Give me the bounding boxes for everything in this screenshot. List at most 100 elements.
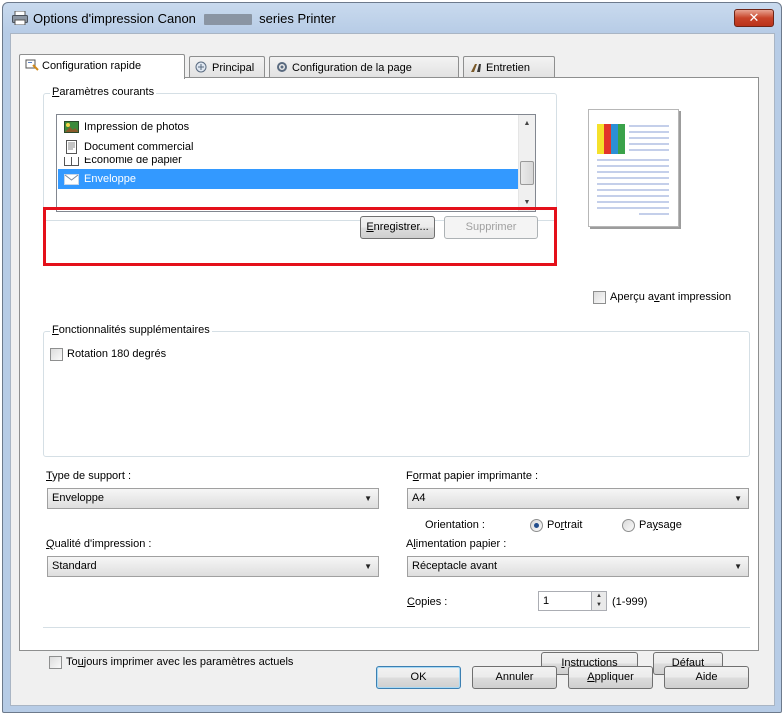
help-button[interactable]: Aide [664,666,749,689]
landscape-radio[interactable] [622,519,635,532]
print-quality-label: Qualité d'impression : [46,538,151,550]
page-setup-icon [277,62,287,72]
label-text: To [66,656,78,668]
portrait-label: Portrait [547,519,582,531]
list-item-business-document[interactable]: Document commercial [58,137,518,157]
tab-maintenance[interactable]: Entretien [463,56,555,78]
selection-highlight-box [43,207,557,266]
ok-button[interactable]: OK [376,666,461,689]
label-text: Po [547,519,561,531]
title-suffix: series Printer [259,11,336,26]
tab-label: Configuration de la page [292,62,412,74]
label-text: sage [657,519,682,531]
label-text: onctionnalités supplémentaires [58,324,210,336]
close-icon: ✕ [748,10,760,25]
scroll-up-icon[interactable]: ▲ [519,115,535,132]
paper-source-dropdown[interactable]: Réceptacle avant ▼ [407,556,749,577]
label-text: aramètres courants [59,86,155,98]
label-text: F [406,470,413,482]
always-print-label: Toujours imprimer avec les paramètres ac… [66,656,293,668]
chevron-down-icon: ▼ [364,494,372,503]
orientation-label: Orientation : [425,519,485,531]
paper-saving-icon [64,157,79,166]
tab-main[interactable]: Principal [189,56,265,78]
preview-before-printing-checkbox[interactable] [593,291,606,304]
quick-setup-icon [25,59,39,71]
accelerator-key: A [587,671,595,683]
print-quality-dropdown[interactable]: Standard ▼ [47,556,379,577]
window-title: Options d'impression Canon series Printe… [33,11,336,26]
chevron-down-icon: ▼ [364,562,372,571]
maintenance-icon [471,64,481,72]
rotate-180-label: Rotation 180 degrés [67,348,167,360]
label-text: ant impression [659,291,732,303]
document-icon [66,140,77,154]
list-item-photo-printing[interactable]: Impression de photos [58,117,518,137]
spin-up-icon[interactable]: ▲ [592,592,606,601]
printer-paper-size-label: Format papier imprimante : [406,470,538,482]
chevron-down-icon: ▼ [734,562,742,571]
portrait-radio[interactable] [530,519,543,532]
copies-input[interactable]: 1 [538,591,592,611]
selected-value: Enveloppe [52,492,104,504]
accelerator-key: F [52,324,59,336]
spin-down-icon[interactable]: ▼ [592,601,606,610]
additional-features-group: Fonctionnalités supplémentaires Rotation… [43,324,750,457]
dialog-client-area: Configuration rapide Principal Configura… [10,33,775,706]
label-text: opies : [414,596,448,608]
page-preview-icon [597,124,669,215]
label-text: ype de support : [52,470,132,482]
always-print-checkbox[interactable] [49,656,62,669]
print-preview-thumbnail [588,109,679,227]
input-value: 1 [543,595,550,607]
rotate-180-checkbox[interactable] [50,348,63,361]
cancel-button[interactable]: Annuler [472,666,557,689]
label-text: ualité d'impression : [54,538,152,550]
label-text: Aperçu a [610,291,655,303]
accelerator-key: Q [46,538,55,550]
copies-spinner[interactable]: ▲ ▼ [591,591,607,611]
accelerator-key: C [407,596,415,608]
copies-label: Copies : [407,596,447,608]
list-item-paper-saving[interactable]: Économie de papier [58,157,518,167]
paper-source-label: Alimentation papier : [406,538,506,550]
label-text: trait [564,519,583,531]
label-text: jours imprimer avec les paramètres actue… [83,656,294,668]
button-label: ppliquer [594,671,634,683]
settings-listbox[interactable]: Impression de photos Document commercial… [56,114,536,212]
preview-before-printing-label: Aperçu avant impression [610,291,731,303]
quick-setup-page: Paramètres courants Impression de photos… [19,77,759,675]
label-text: imentation papier : [415,538,507,550]
media-type-label: Type de support : [46,470,131,482]
print-options-dialog: Options d'impression Canon series Printe… [2,2,782,713]
current-settings-group: Paramètres courants Impression de photos… [43,86,557,239]
photo-icon [64,121,79,133]
title-bar[interactable]: Options d'impression Canon series Printe… [3,3,781,33]
tab-label: Entretien [486,62,531,74]
button-label: Aide [695,671,718,683]
landscape-label: Paysage [639,519,682,531]
listbox-scrollbar[interactable]: ▲ ▼ [518,115,535,211]
media-type-dropdown[interactable]: Enveloppe ▼ [47,488,379,509]
copies-range: (1-999) [612,596,648,608]
main-tab-icon [195,61,207,73]
redacted-model-name [203,14,252,26]
tab-label: Configuration rapide [42,60,142,72]
list-item-envelope[interactable]: Enveloppe [58,169,518,189]
current-settings-label: Paramètres courants [50,86,157,98]
separator [43,627,750,628]
list-item-label: Enveloppe [84,173,136,185]
close-button[interactable]: ✕ [734,9,774,27]
apply-button[interactable]: Appliquer [568,666,653,689]
tab-quick-setup[interactable]: Configuration rapide [19,54,185,79]
selected-value: A4 [412,492,426,504]
printer-paper-size-dropdown[interactable]: A4 ▼ [407,488,749,509]
chevron-down-icon: ▼ [734,494,742,503]
printer-icon [12,11,28,25]
additional-features-label: Fonctionnalités supplémentaires [50,324,212,336]
button-label: Annuler [495,671,534,683]
envelope-icon [64,174,79,185]
list-item-label: Économie de papier [84,157,182,166]
scroll-thumb[interactable] [520,161,534,185]
tab-page-setup[interactable]: Configuration de la page [269,56,459,78]
